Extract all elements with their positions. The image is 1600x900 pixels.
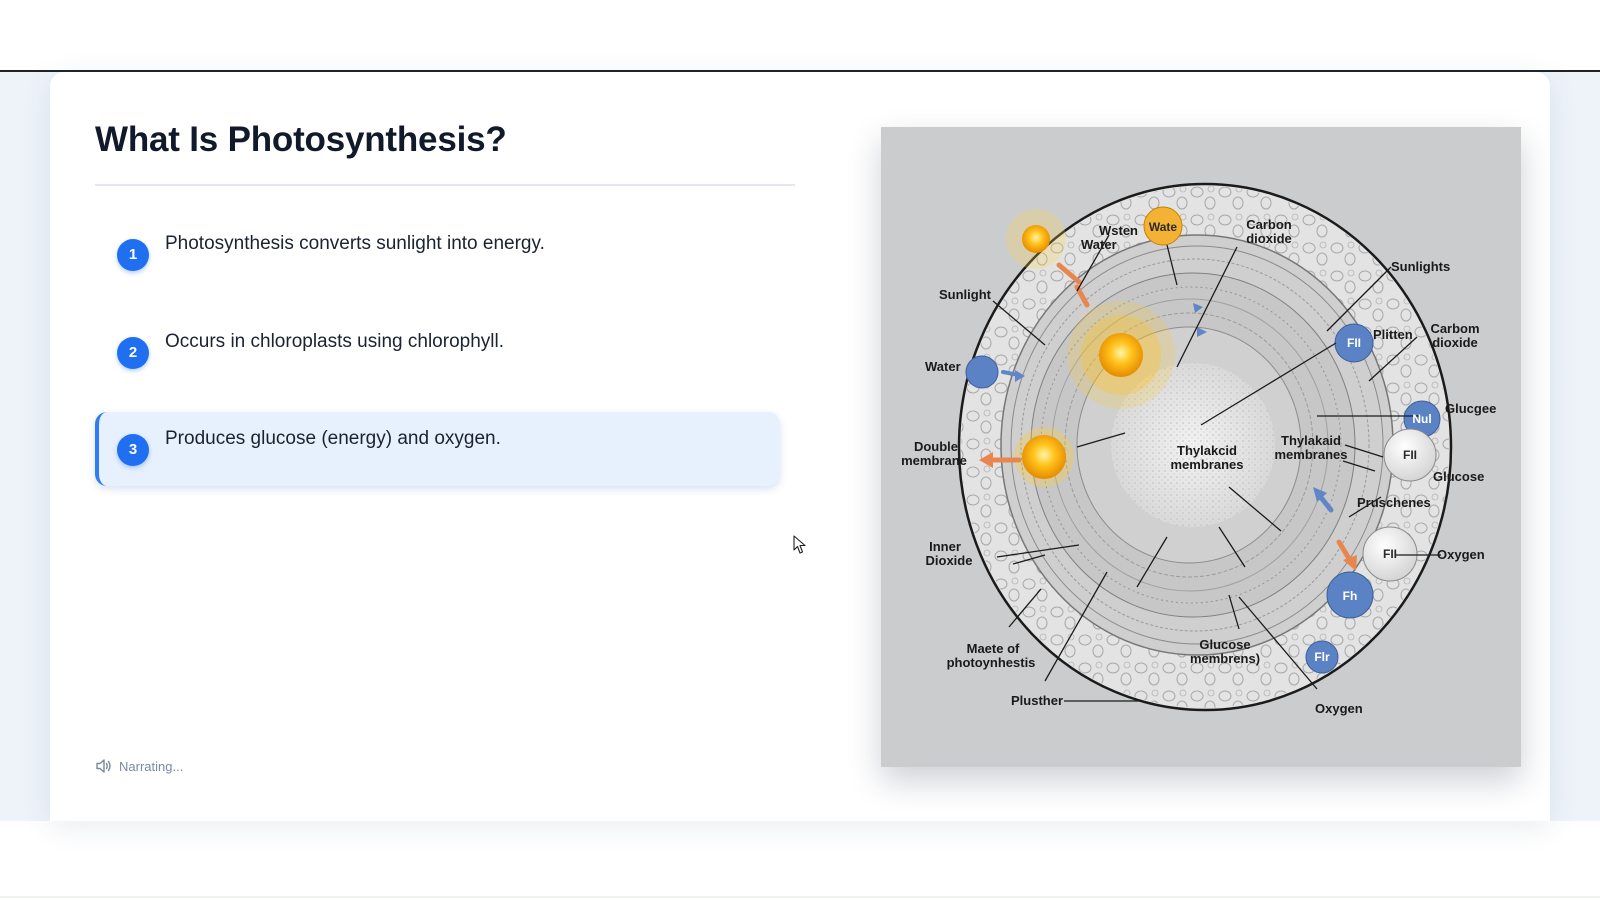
svg-text:Inner: Inner [929,539,961,554]
svg-text:Oxygen: Oxygen [1437,547,1485,562]
svg-text:Double: Double [914,439,958,454]
svg-text:FII: FII [1347,336,1361,350]
bullet-item-2[interactable]: 2 Occurs in chloroplasts using chlorophy… [95,315,780,389]
chloroplast-diagram: Sunlight Wsten Water Wate Carbon dioxide… [881,127,1521,767]
sun-icon [1006,209,1066,269]
svg-text:Flr: Flr [1314,650,1330,664]
svg-text:Thylakaid: Thylakaid [1281,433,1341,448]
svg-text:Thylakcid: Thylakcid [1177,443,1237,458]
slide-title: What Is Photosynthesis? [95,120,507,159]
narration-status: Narrating... [95,757,183,775]
bullet-number-badge: 1 [117,239,149,271]
svg-text:membrane: membrane [901,453,967,468]
svg-text:Sunlights: Sunlights [1391,259,1450,274]
svg-text:FII: FII [1383,547,1397,561]
svg-text:dioxide: dioxide [1246,231,1292,246]
svg-text:Plusther: Plusther [1011,693,1063,708]
chloroplast-illustration: Sunlight Wsten Water Wate Carbon dioxide… [901,182,1496,716]
svg-text:membranes: membranes [1275,447,1348,462]
bullet-text: Photosynthesis converts sunlight into en… [165,233,545,254]
svg-text:Water: Water [925,359,961,374]
mouse-cursor-icon [793,535,807,555]
svg-text:Wsten: Wsten [1099,223,1138,238]
svg-text:Sunlight: Sunlight [939,287,992,302]
svg-text:membranes: membranes [1171,457,1244,472]
svg-text:dioxide: dioxide [1432,335,1478,350]
svg-text:Fh: Fh [1343,589,1358,603]
svg-text:photoynhestis: photoynhestis [947,655,1036,670]
bullet-text: Occurs in chloroplasts using chlorophyll… [165,331,504,352]
svg-text:Glucose: Glucose [1199,637,1250,652]
svg-text:membrens): membrens) [1190,651,1260,666]
svg-text:Water: Water [1081,237,1117,252]
svg-text:Pruschenes: Pruschenes [1357,495,1431,510]
svg-text:FII: FII [1403,448,1417,462]
speaker-icon [95,758,113,774]
svg-text:Glucgee: Glucgee [1445,401,1496,416]
svg-text:Dioxide: Dioxide [926,553,973,568]
svg-text:Glucose: Glucose [1433,469,1484,484]
svg-text:Maete of: Maete of [967,641,1020,656]
title-divider [95,184,795,186]
bullet-item-1[interactable]: 1 Photosynthesis converts sunlight into … [95,217,780,291]
svg-text:Carbon: Carbon [1246,217,1292,232]
svg-text:Oxygen: Oxygen [1315,701,1363,716]
bullet-number-badge: 3 [117,434,149,466]
bottom-edge [0,896,1600,898]
sun-icon [1014,427,1074,487]
bullet-item-3-active[interactable]: 3 Produces glucose (energy) and oxygen. [95,412,780,486]
bullet-number-badge: 2 [117,337,149,369]
svg-text:Nul: Nul [1412,412,1431,426]
svg-text:Carbom: Carbom [1430,321,1479,336]
bullet-text: Produces glucose (energy) and oxygen. [165,428,501,449]
svg-text:Wate: Wate [1149,220,1178,234]
narration-label: Narrating... [119,758,184,774]
svg-text:Plitten: Plitten [1373,327,1413,342]
sun-icon [1067,301,1175,409]
